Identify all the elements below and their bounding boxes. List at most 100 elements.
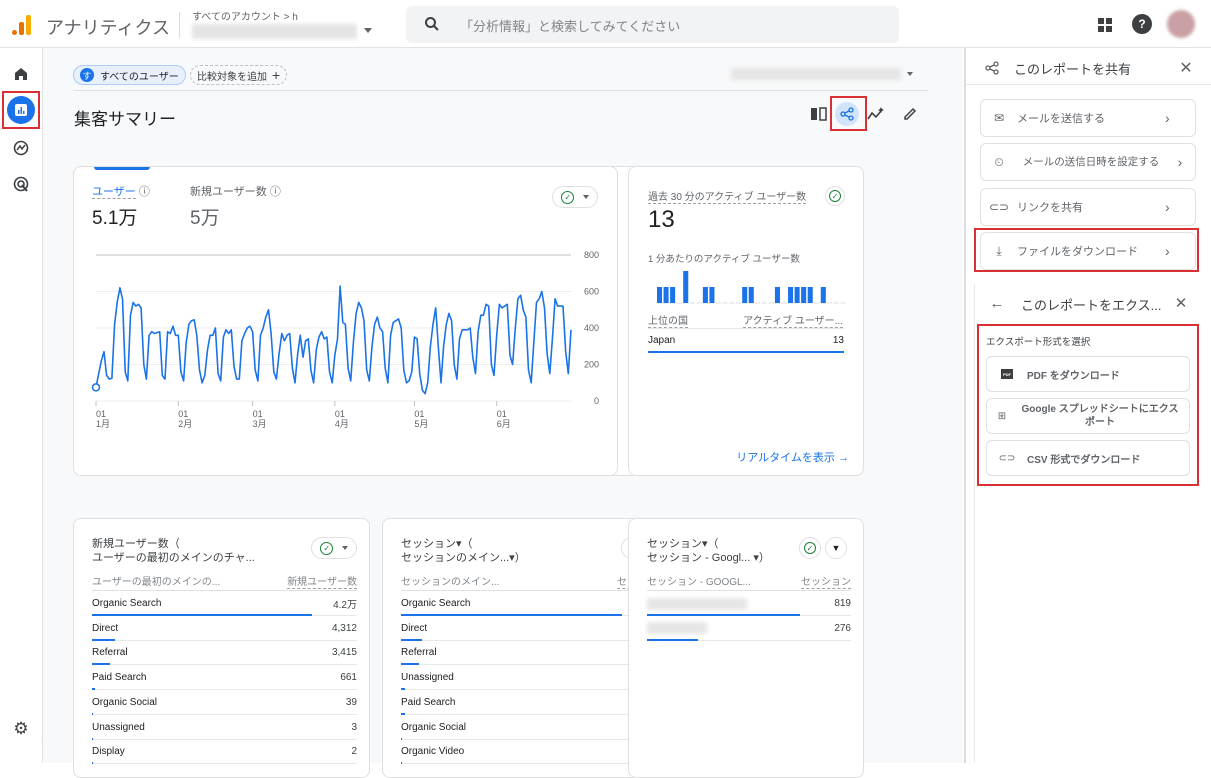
col-country-header: 上位の国 (648, 312, 688, 328)
insights-icon[interactable] (866, 104, 886, 124)
download-pdf-button[interactable]: PDF PDF をダウンロード (986, 356, 1190, 392)
share-link-button[interactable]: ⊂⊃ リンクを共有 › (980, 188, 1196, 226)
x-tick-day: 01 (497, 409, 507, 419)
table-row[interactable]: Direct 4,312 (92, 617, 357, 641)
col-metric-header: 新規ユーザー数 (287, 573, 357, 589)
row-value: 276 (834, 622, 851, 634)
arrow-right-icon: → (838, 452, 849, 464)
csv-icon: ⊂⊃ (998, 452, 1016, 464)
table-title[interactable]: 新規ユーザー数（ ユーザーの最初のメインのチャ... (92, 537, 282, 565)
check-circle-icon[interactable]: ✓ (799, 537, 821, 559)
row-value: 4,312 (331, 622, 357, 634)
table-row[interactable]: Display 2 (92, 740, 357, 765)
row-name: Direct (401, 622, 428, 634)
row-name: Organic Search (401, 598, 471, 609)
table-title-line2: セッションのメイン...▾） (401, 552, 526, 564)
send-email-button[interactable]: ✉ メールを送信する › (980, 99, 1196, 137)
row-share-bar (401, 762, 402, 765)
search-icon (422, 14, 442, 34)
help-icon[interactable]: ? (1132, 14, 1152, 34)
search-bar[interactable]: 「分析情報」と検索してみてください (406, 6, 899, 43)
schedule-email-button[interactable]: ⏲ メールの送信日時を設定する › (980, 143, 1196, 181)
per-minute-bar[interactable] (794, 287, 800, 303)
table-row[interactable]: 276 (647, 617, 851, 641)
row-name: Display (92, 746, 125, 758)
avatar[interactable] (1167, 10, 1195, 38)
compare-icon[interactable] (809, 104, 829, 124)
check-circle-icon: ✓ (320, 541, 334, 555)
row-share-bar (647, 638, 698, 641)
chevron-down-icon (364, 28, 372, 37)
segment-chip[interactable]: す すべてのユーザー (73, 65, 186, 85)
row-share-bar (92, 638, 115, 641)
advertising-icon[interactable] (11, 174, 31, 194)
row-value: 3,415 (331, 647, 357, 659)
table-row[interactable]: Organic Social 39 (92, 691, 357, 715)
send-email-label: メールを送信する (1017, 113, 1105, 125)
users-chart-card-body: ユーザー ⓘ 5.1万 新規ユーザー数 ⓘ 5万 ✓ 800 600 400 200 0… (73, 166, 618, 476)
status-dropdown[interactable]: ✓ (311, 537, 357, 559)
close-icon[interactable]: ✕ (1176, 58, 1196, 78)
per-minute-bar[interactable] (788, 287, 794, 303)
edit-icon[interactable] (900, 104, 920, 124)
row-share-bar (92, 688, 96, 691)
x-tick-month: 2月 (178, 419, 192, 429)
check-circle-icon[interactable]: ✓ (825, 186, 845, 206)
date-range-selector[interactable] (731, 65, 916, 83)
row-name: Referral (92, 647, 128, 659)
x-tick-day: 01 (414, 409, 424, 419)
row-name-redacted (647, 597, 747, 610)
per-minute-bar[interactable] (774, 287, 780, 303)
add-comparison-button[interactable]: 比較対象を追加 + (190, 65, 288, 85)
share-panel-title: このレポートを共有 (1014, 62, 1132, 77)
row-name: Paid Search (401, 696, 456, 708)
row-name: Unassigned (92, 721, 145, 733)
back-arrow-icon[interactable]: ← (987, 293, 1007, 313)
x-tick-month: 3月 (253, 419, 267, 429)
table-card: 新規ユーザー数（ ユーザーの最初のメインのチャ... ✓ ユーザーの最初のメインの… (73, 518, 370, 778)
realtime-value: 13 (648, 206, 675, 233)
per-minute-bar[interactable] (670, 287, 676, 303)
close-icon[interactable]: ✕ (1171, 293, 1191, 313)
table-row[interactable]: Organic Search 4.2万 (92, 592, 357, 616)
per-minute-bar[interactable] (657, 287, 663, 303)
analytics-logo[interactable] (12, 14, 34, 36)
schedule-mail-icon: ⏲ (994, 154, 1004, 169)
table-title[interactable]: セッション▾（ セッションのメイン...▾） (401, 537, 591, 565)
row-value: 661 (340, 672, 357, 684)
search-input[interactable]: 「分析情報」と検索してみてください (460, 16, 680, 35)
per-minute-bar[interactable] (663, 287, 669, 303)
per-minute-bar[interactable] (820, 287, 826, 303)
start-point-marker[interactable] (91, 383, 101, 392)
table-row[interactable]: Referral 3,415 (92, 641, 357, 666)
per-minute-bar[interactable] (742, 287, 748, 303)
apps-grid-icon[interactable] (1095, 15, 1115, 35)
table-row[interactable]: Japan 13 (648, 335, 844, 353)
per-minute-bar[interactable] (683, 271, 689, 303)
view-realtime-link[interactable]: リアルタイムを表示 → (736, 449, 849, 465)
row-share-bar (401, 638, 423, 641)
per-minute-bar[interactable] (748, 287, 754, 303)
country-value: 13 (832, 335, 844, 346)
x-tick-day: 01 (253, 409, 263, 419)
home-icon[interactable] (11, 64, 31, 84)
x-tick-month: 5月 (414, 419, 428, 429)
per-minute-bar[interactable] (801, 287, 807, 303)
explore-icon[interactable] (11, 138, 31, 158)
property-selector[interactable] (192, 22, 372, 42)
pdf-icon: PDF (987, 369, 1027, 379)
table-row[interactable]: Paid Search 661 (92, 666, 357, 691)
account-breadcrumb[interactable]: すべてのアカウント > h (192, 8, 298, 23)
export-sheets-button[interactable]: ⊞ Google スプレッドシートにエクスポート (986, 398, 1190, 434)
table-row[interactable]: 819 (647, 592, 851, 616)
table-row[interactable]: Unassigned 3 (92, 716, 357, 740)
row-name: Referral (401, 647, 437, 659)
filter-icon[interactable]: ▼ (825, 537, 847, 559)
download-csv-button[interactable]: ⊂⊃ CSV 形式でダウンロード (986, 440, 1190, 476)
row-share-bar (92, 762, 93, 765)
per-minute-bar[interactable] (807, 287, 813, 303)
per-minute-bar[interactable] (709, 287, 715, 303)
per-minute-bar[interactable] (702, 287, 708, 303)
segment-avatar: す (80, 68, 94, 82)
gear-icon[interactable]: ⚙ (11, 719, 31, 739)
